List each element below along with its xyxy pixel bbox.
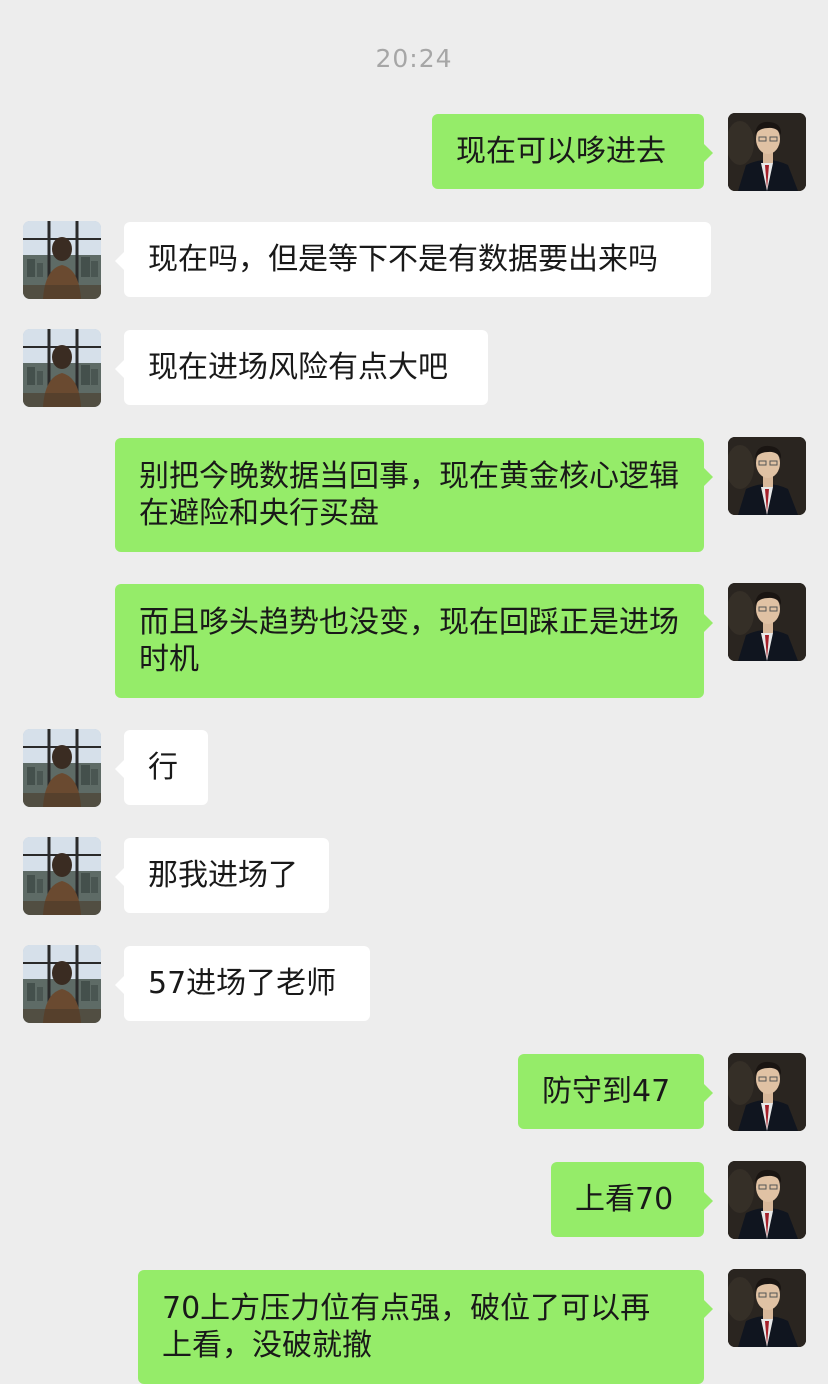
message-text: 70上方压力位有点强，破位了可以再上看，没破就撤 bbox=[162, 1291, 651, 1363]
message-bubble-incoming[interactable]: 那我进场了 bbox=[115, 838, 329, 913]
avatar-photo-icon bbox=[23, 837, 101, 915]
avatar-photo-icon bbox=[23, 729, 101, 807]
message-bubble-incoming[interactable]: 现在吗，但是等下不是有数据要出来吗 bbox=[115, 222, 711, 297]
message-bubble-outgoing[interactable]: 上看70 bbox=[551, 1162, 713, 1237]
contact-avatar[interactable] bbox=[23, 729, 101, 807]
my-avatar[interactable] bbox=[728, 583, 806, 661]
contact-avatar[interactable] bbox=[23, 837, 101, 915]
message-text: 现在可以哆进去 bbox=[456, 134, 666, 169]
contact-avatar[interactable] bbox=[23, 945, 101, 1023]
my-avatar[interactable] bbox=[728, 113, 806, 191]
avatar-photo-icon bbox=[728, 1269, 806, 1347]
contact-avatar[interactable] bbox=[23, 221, 101, 299]
my-avatar[interactable] bbox=[728, 1161, 806, 1239]
avatar-photo-icon bbox=[23, 221, 101, 299]
my-avatar[interactable] bbox=[728, 1053, 806, 1131]
my-avatar[interactable] bbox=[728, 1269, 806, 1347]
message-text: 现在吗，但是等下不是有数据要出来吗 bbox=[148, 242, 658, 277]
message-bubble-outgoing[interactable]: 而且哆头趋势也没变，现在回踩正是进场时机 bbox=[115, 584, 713, 698]
message-text: 现在进场风险有点大吧 bbox=[148, 350, 448, 385]
message-text: 防守到47 bbox=[542, 1074, 671, 1109]
contact-avatar[interactable] bbox=[23, 329, 101, 407]
message-bubble-incoming[interactable]: 57进场了老师 bbox=[115, 946, 370, 1021]
message-text: 上看70 bbox=[575, 1182, 674, 1217]
avatar-photo-icon bbox=[728, 437, 806, 515]
message-text: 57进场了老师 bbox=[148, 966, 337, 1001]
message-bubble-incoming[interactable]: 现在进场风险有点大吧 bbox=[115, 330, 488, 405]
message-text: 行 bbox=[148, 750, 178, 785]
message-bubble-outgoing[interactable]: 防守到47 bbox=[518, 1054, 713, 1129]
message-text: 那我进场了 bbox=[148, 858, 298, 893]
avatar-photo-icon bbox=[728, 1161, 806, 1239]
message-text: 而且哆头趋势也没变，现在回踩正是进场时机 bbox=[139, 605, 679, 677]
avatar-photo-icon bbox=[728, 113, 806, 191]
avatar-photo-icon bbox=[23, 945, 101, 1023]
message-bubble-outgoing[interactable]: 70上方压力位有点强，破位了可以再上看，没破就撤 bbox=[138, 1270, 713, 1384]
my-avatar[interactable] bbox=[728, 437, 806, 515]
message-bubble-outgoing[interactable]: 别把今晚数据当回事，现在黄金核心逻辑在避险和央行买盘 bbox=[115, 438, 713, 552]
message-bubble-incoming[interactable]: 行 bbox=[115, 730, 208, 805]
message-text: 别把今晚数据当回事，现在黄金核心逻辑在避险和央行买盘 bbox=[139, 459, 679, 531]
avatar-photo-icon bbox=[728, 583, 806, 661]
chat-timestamp: 20:24 bbox=[375, 44, 453, 73]
avatar-photo-icon bbox=[23, 329, 101, 407]
avatar-photo-icon bbox=[728, 1053, 806, 1131]
message-bubble-outgoing[interactable]: 现在可以哆进去 bbox=[432, 114, 713, 189]
